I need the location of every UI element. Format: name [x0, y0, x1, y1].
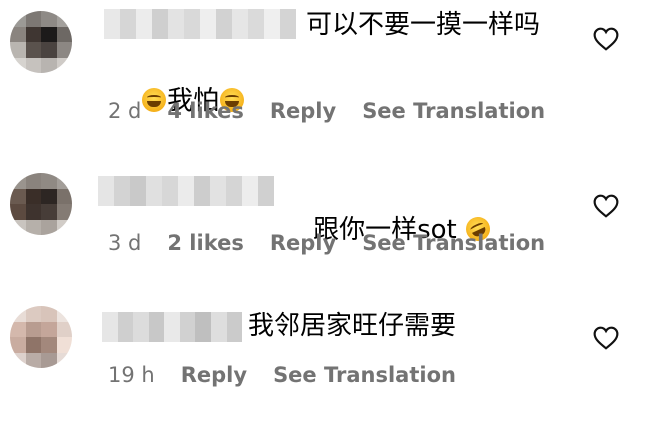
likes-count[interactable]: 4 likes: [167, 99, 243, 123]
comment-meta: 19 h Reply See Translation: [108, 363, 482, 387]
reply-button[interactable]: Reply: [181, 363, 247, 387]
likes-count[interactable]: 2 likes: [167, 231, 243, 255]
comment-meta: 2 d 4 likes Reply See Translation: [108, 99, 571, 123]
comment-age: 19 h: [108, 363, 155, 387]
avatar[interactable]: [10, 173, 72, 235]
avatar[interactable]: [10, 11, 72, 73]
reply-button[interactable]: Reply: [270, 231, 336, 255]
username-blurred[interactable]: [102, 312, 242, 342]
comment-text: 跟你一样sot: [280, 173, 494, 287]
username-blurred[interactable]: [104, 9, 296, 39]
comment-meta: 3 d 2 likes Reply See Translation: [108, 231, 571, 255]
username-blurred[interactable]: [98, 176, 274, 206]
see-translation-button[interactable]: See Translation: [362, 99, 545, 123]
comment-text: 可以不要一摸一样吗: [306, 10, 541, 40]
see-translation-button[interactable]: See Translation: [273, 363, 456, 387]
comment-text: 我邻居家旺仔需要: [248, 311, 457, 341]
reply-button[interactable]: Reply: [270, 99, 336, 123]
see-translation-button[interactable]: See Translation: [362, 231, 545, 255]
heart-icon[interactable]: [593, 194, 619, 218]
heart-icon[interactable]: [593, 27, 619, 51]
heart-icon[interactable]: [593, 326, 619, 350]
comment-age: 3 d: [108, 231, 142, 255]
comment-age: 2 d: [108, 99, 142, 123]
avatar[interactable]: [10, 306, 72, 368]
